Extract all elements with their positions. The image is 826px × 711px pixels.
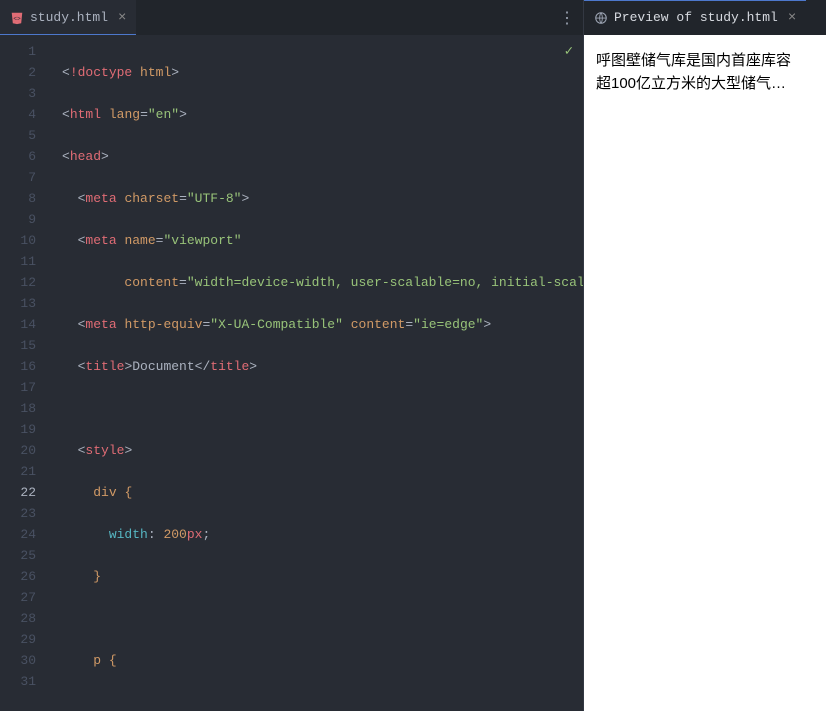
code-content[interactable]: <!doctype html> <html lang="en"> <head> … [50,35,583,711]
preview-tab-label: Preview of study.html [614,10,778,25]
editor-pane: <> study.html × ⋮ ✓ 1 2 3 4 5 6 7 8 9 10… [0,0,584,711]
html-file-icon: <> [10,11,24,25]
code-editor[interactable]: ✓ 1 2 3 4 5 6 7 8 9 10 11 12 13 14 15 16… [0,35,583,711]
tab-label: study.html [30,10,108,25]
svg-text:<>: <> [13,15,21,22]
kebab-icon[interactable]: ⋮ [559,8,575,28]
globe-icon [594,11,608,25]
preview-tab-bar: Preview of study.html × [584,0,826,35]
close-icon[interactable]: × [788,10,796,26]
preview-pane: Preview of study.html × 呼图壁储气库是国内首座库容超10… [584,0,826,711]
tab-preview[interactable]: Preview of study.html × [584,0,806,35]
preview-viewport[interactable]: 呼图壁储气库是国内首座库容超100亿立方米的大型储气库，目前世界第六、亚洲第一，… [584,35,826,711]
tab-bar-actions: ⋮ [559,8,583,28]
preview-paragraph: 呼图壁储气库是国内首座库容超100亿立方米的大型储气库，目前世界第六、亚洲第一，… [596,49,796,96]
close-icon[interactable]: × [118,10,126,26]
editor-tab-bar: <> study.html × ⋮ [0,0,583,35]
line-gutter: 1 2 3 4 5 6 7 8 9 10 11 12 13 14 15 16 1… [0,35,50,711]
tab-study-html[interactable]: <> study.html × [0,0,136,35]
